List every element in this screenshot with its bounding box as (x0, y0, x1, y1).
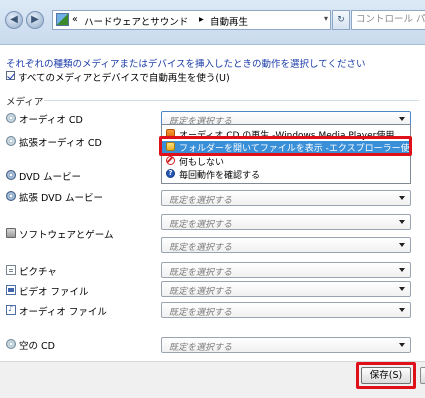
row-label-dvd-movie: DVD ムービー (19, 172, 81, 183)
highlight-annotation-option (159, 136, 412, 156)
software-games-combo[interactable]: 既定を選択する (161, 237, 411, 253)
address-dropdown-icon[interactable]: ▾ (324, 14, 328, 23)
chevron-down-icon (399, 268, 405, 272)
video-file-combo[interactable]: 既定を選択する (161, 281, 411, 297)
combo-value: 既定を選択する (169, 243, 233, 253)
combo-value: 既定を選択する (169, 343, 233, 353)
blank-cd-combo[interactable]: 既定を選択する (161, 337, 411, 353)
enhanced-dvd-icon (6, 191, 16, 201)
row-label-video-file: ビデオ ファイル (19, 287, 89, 298)
row-label-pictures: ピクチャ (19, 267, 57, 278)
blank-cd-icon (6, 339, 16, 349)
cancel-button[interactable] (420, 367, 425, 384)
dvd-movie-icon (6, 170, 16, 180)
enhanced-dvd-combo[interactable]: 既定を選択する (161, 214, 411, 230)
audio-file-icon (6, 304, 16, 315)
section-divider (44, 100, 419, 101)
instruction-text: それぞれの種類のメディアまたはデバイスを挿入したときの動作を選択してください (6, 59, 366, 70)
combo-value: 既定を選択する (169, 268, 233, 278)
enhanced-audio-cd-icon (6, 136, 16, 146)
audio-cd-icon (6, 113, 16, 123)
refresh-button[interactable]: ↻ (332, 10, 350, 30)
forward-button[interactable]: ▶ (26, 11, 44, 29)
combo-value: 既定を選択する (169, 308, 233, 318)
breadcrumb-autoplay[interactable]: 自動再生 (210, 14, 248, 28)
media-section-heading: メディア (6, 97, 44, 108)
pictures-icon (6, 265, 16, 275)
option-ask-every-time[interactable]: ? 毎回動作を確認する (162, 168, 410, 181)
pictures-combo[interactable]: 既定を選択する (161, 262, 411, 278)
refresh-icon: ↻ (337, 15, 345, 25)
combo-value: 既定を選択する (169, 196, 233, 206)
chevron-down-icon (399, 308, 405, 312)
breadcrumb-hardware-sound[interactable]: ハードウェアとサウンド (84, 14, 188, 28)
chevron-down-icon (399, 243, 405, 247)
forward-arrow-icon: ▶ (31, 14, 39, 25)
chevron-down-icon (399, 343, 405, 347)
use-autoplay-checkbox[interactable] (6, 71, 15, 80)
highlight-annotation-save (356, 362, 416, 389)
back-arrow-icon: ◀ (10, 14, 18, 25)
chevron-down-icon (399, 196, 405, 200)
row-label-enhanced-audio-cd: 拡張オーディオ CD (19, 138, 102, 149)
audio-file-combo[interactable]: 既定を選択する (161, 302, 411, 318)
back-button[interactable]: ◀ (5, 11, 23, 29)
combo-value: 既定を選択する (169, 287, 233, 297)
breadcrumb-overflow[interactable]: « (72, 14, 78, 25)
option-take-no-action[interactable]: 何もしない (162, 155, 410, 168)
question-icon: ? (166, 169, 175, 178)
row-label-blank-cd: 空の CD (19, 341, 55, 352)
row-label-enhanced-dvd: 拡張 DVD ムービー (19, 193, 104, 204)
option-label: 毎回動作を確認する (179, 171, 261, 181)
no-action-icon (166, 156, 175, 165)
row-label-audio-cd: オーディオ CD (19, 115, 83, 126)
video-file-icon (6, 285, 16, 295)
chevron-down-icon (399, 117, 405, 121)
row-label-software-games: ソフトウェアとゲーム (19, 230, 114, 241)
search-input[interactable]: コントロール パネ (351, 10, 425, 30)
chevron-down-icon (399, 287, 405, 291)
chevron-down-icon (399, 220, 405, 224)
option-label: 何もしない (179, 158, 225, 168)
row-label-audio-file: オーディオ ファイル (19, 307, 107, 318)
dvd-movie-combo[interactable]: 既定を選択する (161, 190, 411, 206)
software-games-icon (6, 228, 16, 238)
combo-value: 既定を選択する (169, 220, 233, 230)
breadcrumb-separator-icon[interactable]: ▸ (199, 14, 204, 25)
use-autoplay-label[interactable]: すべてのメディアとデバイスで自動再生を使う(U) (18, 70, 230, 84)
control-panel-icon (56, 13, 69, 26)
address-bar[interactable]: « ハードウェアとサウンド ▸ 自動再生 ▾ (52, 10, 331, 30)
